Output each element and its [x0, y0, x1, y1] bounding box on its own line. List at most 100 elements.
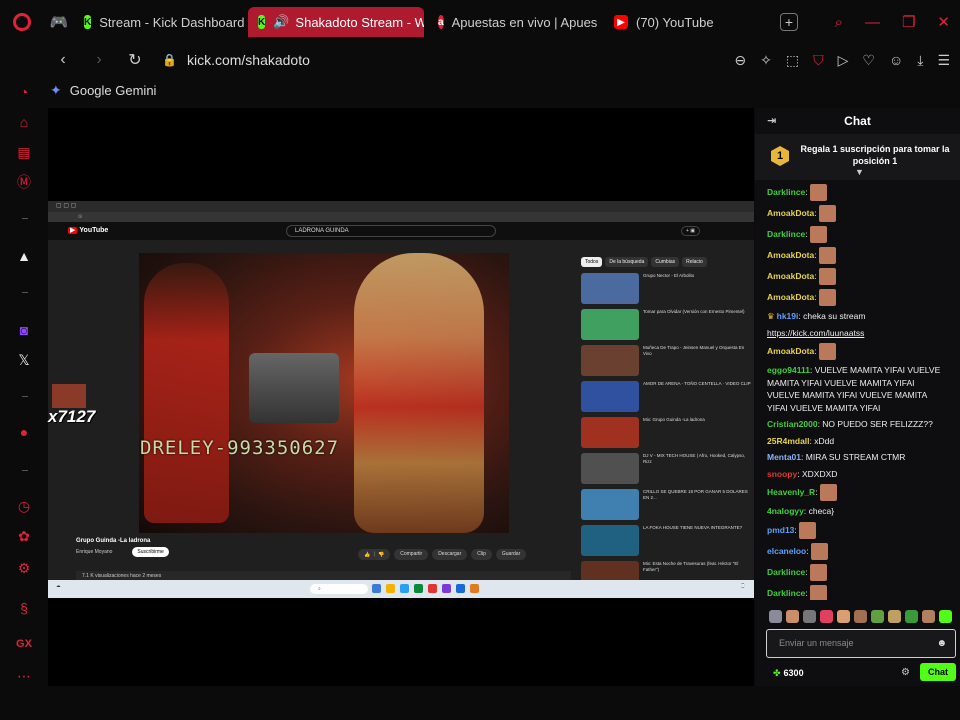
chat-emote-icon[interactable]	[818, 289, 836, 306]
gx-corner-icon[interactable]: Ⓜ	[14, 172, 34, 192]
emote-icon[interactable]	[837, 610, 850, 623]
chat-emote-icon[interactable]	[818, 205, 836, 222]
taskbar-app-icon	[470, 584, 479, 593]
chat-username[interactable]: Cristian2000	[767, 419, 818, 429]
chat-link[interactable]: https://kick.com/luunaatss	[767, 328, 864, 338]
tab-apuestas[interactable]: a Apuestas en vivo | Apues	[428, 7, 600, 37]
chat-username[interactable]: AmoakDota	[767, 271, 814, 281]
bookmark-google-gemini[interactable]: ✦ Google Gemini	[50, 78, 156, 102]
chat-emote-icon[interactable]	[819, 484, 837, 501]
collapse-chat-icon[interactable]: ⇥	[767, 114, 776, 127]
zoom-icon[interactable]: ⊖	[734, 52, 746, 69]
x-icon[interactable]: 𝕏	[14, 350, 34, 370]
shared-download-button: Descargar	[432, 549, 468, 560]
stream-video-player[interactable]: ▢ ▢ ▢ ⊙ ▶ YouTube LADRONA GUINDA + ▣ DREL…	[48, 108, 754, 686]
chat-emote-icon[interactable]	[818, 343, 836, 360]
pinned-message[interactable]: 1 Regala 1 suscripción para tomar la pos…	[755, 134, 960, 180]
chat-username[interactable]: hk19i	[777, 311, 799, 321]
emote-icon[interactable]	[922, 610, 935, 623]
chat-emote-icon[interactable]	[818, 268, 836, 285]
chat-emote-icon[interactable]	[810, 226, 828, 243]
emote-icon[interactable]	[786, 610, 799, 623]
chat-username[interactable]: eggo94111	[767, 365, 810, 375]
snapshot-icon[interactable]: ⬚	[786, 52, 799, 69]
emote-icon[interactable]	[939, 610, 952, 623]
chat-message: Darklince:	[755, 182, 960, 203]
shared-video-title: Grupo Guinda -La ladrona	[76, 538, 151, 544]
taskbar-app-icon	[428, 584, 437, 593]
chat-message-input[interactable]: Enviar un mensaje ☻	[766, 629, 956, 658]
opera-logo-icon[interactable]	[0, 0, 44, 44]
chat-username[interactable]: Heavenly_R	[767, 487, 815, 497]
gx-icon[interactable]: GX	[14, 634, 34, 654]
forward-button[interactable]: ›	[86, 51, 112, 69]
chat-username[interactable]: Darklince	[767, 229, 805, 239]
twitch-icon[interactable]: ◙	[14, 320, 34, 340]
url-field[interactable]: kick.com/shakadoto	[187, 52, 310, 68]
maximize-icon[interactable]: ❐	[902, 13, 915, 31]
chat-username[interactable]: 25R4mdall	[767, 436, 810, 446]
emote-icon[interactable]	[803, 610, 816, 623]
chat-username[interactable]: 4nalogyy	[767, 506, 804, 516]
extensions-sidebar-icon[interactable]: ✿	[14, 526, 34, 546]
record-icon[interactable]: ●	[14, 422, 34, 442]
history-icon[interactable]: ◷	[14, 496, 34, 516]
tab-youtube[interactable]: ▶ (70) YouTube	[604, 7, 764, 37]
mods-icon[interactable]: §	[14, 598, 34, 618]
chat-messages[interactable]: Darklince: AmoakDota: Darklince: AmoakDo…	[755, 182, 960, 600]
play-icon[interactable]: ▷	[838, 52, 849, 69]
chat-emote-icon[interactable]	[810, 542, 828, 560]
chat-emote-icon[interactable]	[810, 184, 828, 201]
channel-points[interactable]: ✤ 6300	[773, 668, 804, 679]
chat-settings-icon[interactable]: ⚙	[901, 667, 910, 678]
chat-emote-icon[interactable]	[810, 584, 828, 600]
gamepad-icon[interactable]: 🎮	[44, 13, 74, 31]
download-icon[interactable]: ⤓	[917, 52, 923, 69]
chat-emote-icon[interactable]	[799, 521, 817, 539]
chat-username[interactable]: Menta01	[767, 452, 801, 462]
minimize-icon[interactable]: —	[865, 14, 880, 31]
chat-emote-icon[interactable]	[810, 563, 828, 581]
expand-pinned-icon[interactable]: ▼	[855, 167, 864, 177]
extensions-icon[interactable]: ✧	[760, 52, 772, 69]
settings-icon[interactable]: ⚙	[14, 558, 34, 578]
back-button[interactable]: ‹	[50, 51, 76, 69]
cleaner-icon[interactable]: ▤	[14, 142, 34, 162]
send-chat-button[interactable]: Chat	[920, 663, 956, 681]
chat-username[interactable]: snoopy	[767, 469, 797, 479]
chat-username[interactable]: AmoakDota	[767, 292, 814, 302]
menu-icon[interactable]: ☰	[937, 52, 950, 69]
lock-icon[interactable]: 🔒	[162, 53, 177, 67]
chat-username[interactable]: AmoakDota	[767, 250, 814, 260]
chat-username[interactable]: AmoakDota	[767, 346, 814, 356]
chat-username[interactable]: elcaneloo	[767, 545, 806, 555]
shield-icon[interactable]: ⛉	[813, 52, 824, 69]
speaker-icon[interactable]: 🔊	[273, 14, 289, 30]
emote-icon[interactable]	[820, 610, 833, 623]
profile-icon[interactable]: ☺	[889, 52, 903, 68]
aria-icon[interactable]: ▲	[14, 246, 34, 266]
tab-shakadoto-stream[interactable]: K 🔊 Shakadoto Stream - W	[248, 7, 424, 37]
emoji-picker-icon[interactable]: ☻	[936, 630, 947, 657]
chat-username[interactable]: Darklince	[767, 566, 805, 576]
emote-icon[interactable]	[854, 610, 867, 623]
heart-icon[interactable]: ♡	[862, 52, 875, 69]
chat-username[interactable]: Darklince	[767, 187, 805, 197]
close-icon[interactable]: ✕	[937, 13, 950, 31]
chat-username[interactable]: AmoakDota	[767, 208, 814, 218]
speed-dial-icon[interactable]: ◔	[14, 82, 34, 102]
chat-username[interactable]: pmd13	[767, 524, 794, 534]
tab-kick-dashboard[interactable]: K Stream - Kick Dashboard	[74, 7, 244, 37]
chat-emote-icon[interactable]	[818, 247, 836, 264]
gx-control-icon[interactable]: ⌂	[14, 112, 34, 132]
reload-button[interactable]: ↻	[122, 50, 148, 70]
emote-icon[interactable]	[871, 610, 884, 623]
chat-message: AmoakDota:	[755, 287, 960, 308]
search-tabs-icon[interactable]: ⌕	[835, 14, 843, 31]
chat-username[interactable]: Darklince	[767, 587, 805, 597]
emote-icon[interactable]	[769, 610, 782, 623]
new-tab-button[interactable]: +	[780, 13, 798, 31]
more-icon[interactable]: ⋯	[14, 666, 34, 686]
emote-icon[interactable]	[905, 610, 918, 623]
emote-icon[interactable]	[888, 610, 901, 623]
